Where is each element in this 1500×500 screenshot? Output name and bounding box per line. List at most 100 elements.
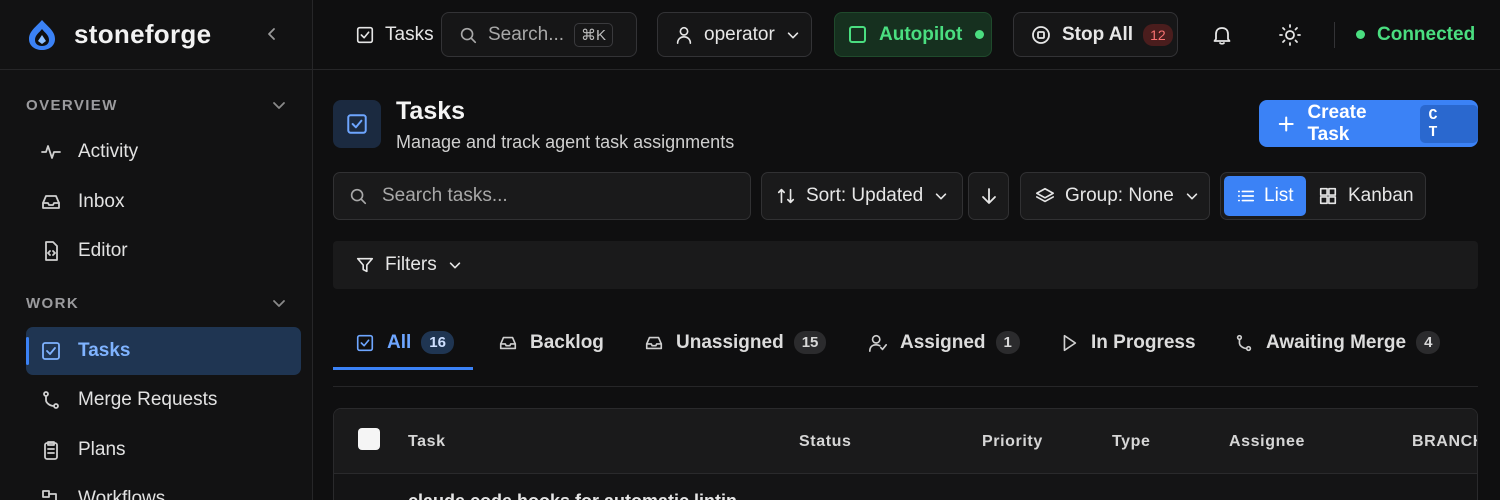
collapse-sidebar-icon[interactable] <box>262 24 282 44</box>
chevron-down-icon <box>449 262 460 269</box>
global-search[interactable]: Search... ⌘K <box>441 12 637 57</box>
theme-sun-icon[interactable] <box>1278 23 1302 47</box>
tab-awaiting-merge[interactable]: Awaiting Merge 4 <box>1234 315 1441 370</box>
bell-icon[interactable] <box>1210 23 1234 47</box>
breadcrumb[interactable]: Tasks <box>355 12 434 57</box>
user-check-icon <box>869 334 887 352</box>
grid-icon <box>1319 187 1337 205</box>
sidebar-item-label: Inbox <box>78 191 125 212</box>
play-icon <box>1063 334 1077 351</box>
chevron-down-icon <box>1186 193 1198 200</box>
sidebar-item-plans[interactable]: Plans <box>26 426 301 474</box>
global-search-placeholder: Search... <box>488 23 565 45</box>
sort-dropdown[interactable]: Sort: Updated <box>761 172 963 220</box>
page-icon <box>333 100 381 148</box>
tab-label: Assigned <box>900 331 986 353</box>
user-menu[interactable]: operator <box>657 12 812 57</box>
autopilot-status-dot <box>975 30 985 39</box>
stop-all-label: Stop All <box>1062 23 1134 45</box>
arrow-down-icon <box>981 188 996 204</box>
active-tab-indicator <box>333 367 473 370</box>
column-header-task[interactable]: Task <box>408 433 446 451</box>
search-icon <box>460 27 477 43</box>
section-overview-header[interactable]: OVERVIEW <box>26 96 288 114</box>
chevron-down-icon <box>936 193 947 200</box>
merge-icon <box>43 391 59 409</box>
section-title: WORK <box>26 294 80 312</box>
sort-arrows-icon <box>777 188 795 204</box>
sidebar-item-label: Plans <box>78 439 126 460</box>
search-icon <box>350 188 367 205</box>
group-label: Group: None <box>1065 185 1174 206</box>
column-header-priority[interactable]: Priority <box>982 433 1043 451</box>
group-dropdown[interactable]: Group: None <box>1020 172 1210 220</box>
stop-all-count-badge: 12 <box>1143 23 1173 46</box>
select-all-checkbox[interactable] <box>358 428 380 450</box>
table-header: Task Status Priority Type Assignee BRANC… <box>334 409 1477 474</box>
sidebar-item-tasks[interactable]: Tasks <box>26 327 301 375</box>
sidebar-item-label: Activity <box>78 141 139 162</box>
filters-label: Filters <box>385 254 437 275</box>
tab-count: 1 <box>995 331 1020 354</box>
plus-icon <box>1278 116 1294 131</box>
sidebar-item-workflows[interactable]: Workflows <box>26 475 301 500</box>
tab-label: All <box>387 331 412 353</box>
breadcrumb-label: Tasks <box>385 23 434 45</box>
chevron-down-icon <box>787 31 799 38</box>
autopilot-checkbox <box>849 26 866 43</box>
chevron-down-icon <box>273 102 285 109</box>
page-title: Tasks <box>396 97 466 125</box>
workflows-icon <box>42 490 57 500</box>
tab-label: Backlog <box>530 331 604 353</box>
tab-assigned[interactable]: Assigned 1 <box>868 315 1020 370</box>
sidebar-item-merge-requests[interactable]: Merge Requests <box>26 376 301 424</box>
tasks-icon <box>356 334 374 351</box>
create-task-button[interactable]: Create Task C T <box>1259 100 1478 147</box>
sidebar-item-activity[interactable]: Activity <box>26 128 301 176</box>
connection-status-label: Connected <box>1377 23 1476 45</box>
tab-all[interactable]: All 16 <box>355 315 454 370</box>
tab-label: In Progress <box>1091 331 1196 353</box>
filters-toggle[interactable]: Filters <box>333 241 1478 289</box>
column-header-assignee[interactable]: Assignee <box>1229 433 1305 451</box>
tab-backlog[interactable]: Backlog <box>498 315 604 370</box>
sort-direction-button[interactable] <box>968 172 1009 220</box>
autopilot-toggle[interactable]: Autopilot <box>834 12 992 57</box>
layers-icon <box>1036 187 1054 203</box>
chevron-down-icon <box>273 300 285 307</box>
view-toggle: List Kanban <box>1220 172 1426 220</box>
tasks-icon <box>42 342 60 360</box>
column-header-branch[interactable]: BRANCH <box>1412 433 1477 451</box>
search-shortcut: ⌘K <box>574 22 614 47</box>
user-icon <box>676 26 692 44</box>
stoneforge-logo-icon <box>29 19 55 50</box>
inbox-icon <box>42 195 60 209</box>
column-header-status[interactable]: Status <box>799 433 852 451</box>
view-kanban-button[interactable]: Kanban <box>1306 176 1414 216</box>
tab-label: Unassigned <box>676 331 784 353</box>
activity-icon <box>41 145 61 159</box>
task-search-input[interactable]: Search tasks... <box>333 172 751 220</box>
create-task-label: Create Task <box>1307 101 1367 145</box>
tab-count: 16 <box>421 331 454 354</box>
stop-circle-icon <box>1032 25 1050 44</box>
create-task-shortcut: C T <box>1420 104 1478 143</box>
sidebar-item-label: Merge Requests <box>78 389 218 410</box>
list-icon <box>1237 190 1255 202</box>
column-header-type[interactable]: Type <box>1112 433 1151 451</box>
tab-in-progress[interactable]: In Progress <box>1059 315 1196 370</box>
status-tabs: All 16 Backlog Unassigned 15 Assigned 1 … <box>333 315 1478 387</box>
stop-all-button[interactable]: Stop All 12 <box>1013 12 1178 57</box>
sidebar-item-label: Workflows <box>78 488 166 500</box>
section-work-header[interactable]: WORK <box>26 294 288 312</box>
view-list-button[interactable]: List <box>1224 176 1306 216</box>
tab-count: 15 <box>793 331 827 354</box>
tasks-icon <box>356 26 374 43</box>
table-row[interactable]: claude code hooks for automatic lintin <box>408 491 737 500</box>
view-kanban-label: Kanban <box>1348 185 1414 206</box>
connection-status-dot <box>1356 30 1365 39</box>
tab-unassigned[interactable]: Unassigned 15 <box>644 315 827 370</box>
sidebar-item-inbox[interactable]: Inbox <box>26 178 301 226</box>
top-bar: Tasks Search... ⌘K operator Autopilot St… <box>313 0 1500 70</box>
sidebar-item-editor[interactable]: Editor <box>26 227 301 275</box>
